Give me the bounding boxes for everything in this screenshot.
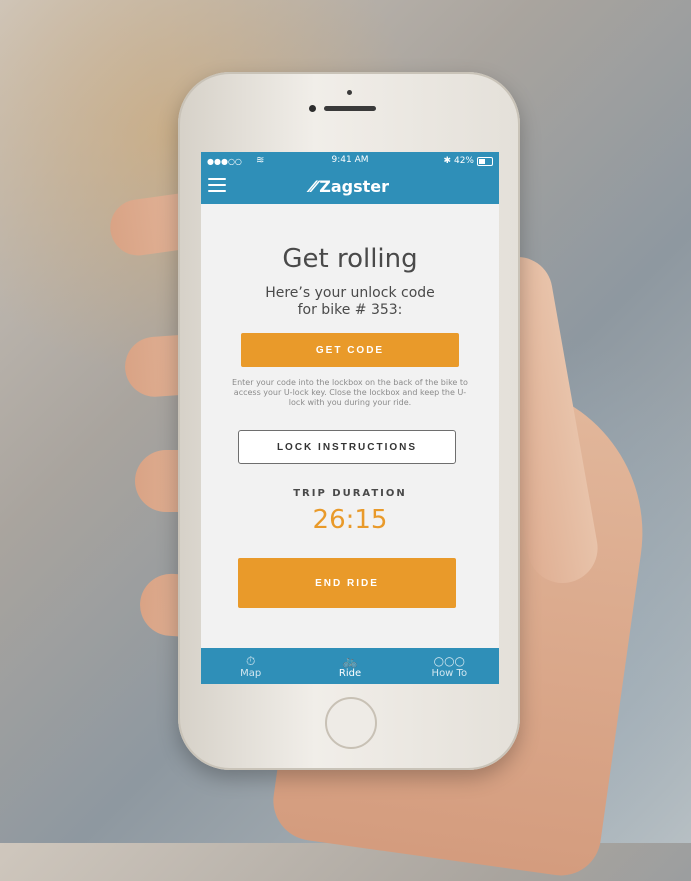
app-header: ⁄⁄ Zagster <box>201 170 499 204</box>
lockbox-help-text: Enter your code into the lockbox on the … <box>232 378 468 407</box>
dots-icon: ○○○ <box>433 653 466 668</box>
ride-content: Get rolling Here’s your unlock code for … <box>201 204 499 648</box>
bicycle-icon: 🚲 <box>342 653 358 668</box>
lock-instructions-button[interactable]: LOCK INSTRUCTIONS <box>238 430 456 464</box>
logo-mark: ⁄⁄ <box>310 177 317 196</box>
tab-how-to[interactable]: ○○○ How To <box>400 648 499 684</box>
zagster-logo: ⁄⁄ Zagster <box>201 177 499 196</box>
logo-text: Zagster <box>319 177 390 196</box>
status-bar: ●●●○○ ≋ 9:41 AM ✱ 42% <box>201 152 499 170</box>
stopwatch-icon: ⏱ <box>245 653 256 668</box>
subtitle-line-1: Here’s your unlock code <box>265 285 435 301</box>
tab-ride-label: Ride <box>338 667 362 679</box>
front-camera <box>309 105 316 112</box>
trip-duration-value: 26:15 <box>312 505 388 535</box>
home-button[interactable] <box>325 697 377 749</box>
status-time: 9:41 AM <box>331 155 369 165</box>
tab-map-label: Map <box>240 667 262 679</box>
get-code-button[interactable]: GET CODE <box>241 333 459 367</box>
tab-map[interactable]: ⏱ Map <box>201 648 300 684</box>
battery-fill <box>479 158 485 164</box>
end-ride-button[interactable]: END RIDE <box>238 558 456 608</box>
battery-icon <box>477 156 493 166</box>
proximity-sensor <box>347 90 352 95</box>
page-title: Get rolling <box>282 244 418 274</box>
tab-ride[interactable]: 🚲 Ride <box>300 648 399 684</box>
app-screen: ●●●○○ ≋ 9:41 AM ✱ 42% ⁄⁄ Zagster Get roll… <box>201 152 499 684</box>
bottom-tab-bar: ⏱ Map 🚲 Ride ○○○ How To <box>201 648 499 684</box>
trip-duration-label: TRIP DURATION <box>293 488 407 499</box>
earpiece-speaker <box>324 106 376 111</box>
unlock-code-subtitle: Here’s your unlock code for bike # 353: <box>201 285 499 319</box>
phone-device: ●●●○○ ≋ 9:41 AM ✱ 42% ⁄⁄ Zagster Get roll… <box>178 72 520 770</box>
subtitle-line-2: for bike # 353: <box>297 302 403 318</box>
tab-how-to-label: How To <box>431 667 468 679</box>
